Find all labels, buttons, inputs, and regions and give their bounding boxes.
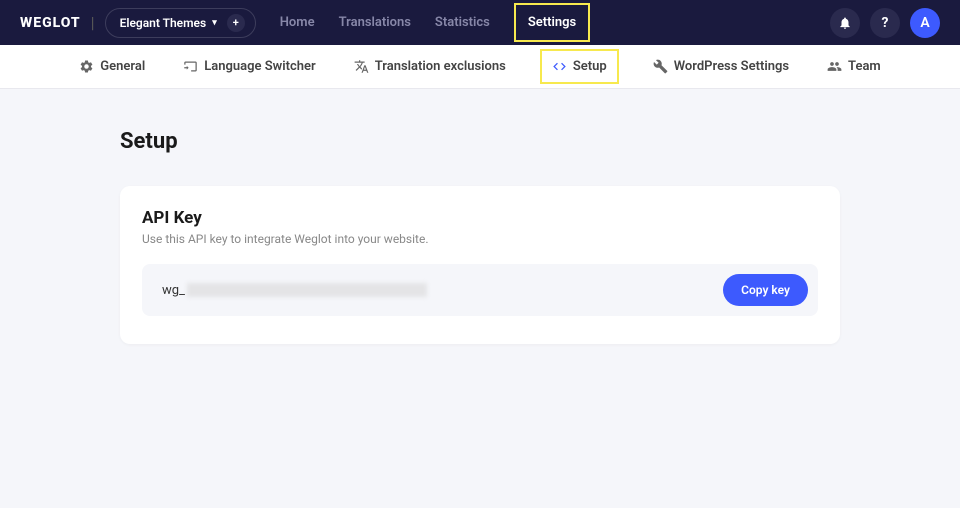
tab-translation-exclusions[interactable]: Translation exclusions: [350, 49, 510, 84]
code-icon: [552, 59, 567, 74]
tab-setup[interactable]: Setup: [540, 49, 619, 84]
content-area: Setup API Key Use this API key to integr…: [0, 89, 960, 384]
topbar: WEGLOT | Elegant Themes ▾ + Home Transla…: [0, 0, 960, 45]
notifications-button[interactable]: [830, 8, 860, 38]
nav-translations[interactable]: Translations: [339, 3, 411, 42]
api-key-row: wg_ Copy key: [142, 264, 818, 316]
copy-key-button[interactable]: Copy key: [723, 274, 808, 306]
tab-language-switcher[interactable]: Language Switcher: [179, 49, 320, 84]
tab-label: Translation exclusions: [375, 59, 506, 74]
help-icon: ?: [882, 15, 889, 31]
help-button[interactable]: ?: [870, 8, 900, 38]
project-selector[interactable]: Elegant Themes ▾ +: [105, 8, 256, 38]
tab-label: Setup: [573, 59, 607, 74]
bell-icon: [838, 16, 852, 30]
tab-label: WordPress Settings: [674, 59, 789, 74]
nav-home[interactable]: Home: [280, 3, 315, 42]
tab-wordpress-settings[interactable]: WordPress Settings: [649, 49, 793, 84]
card-title: API Key: [142, 208, 818, 228]
api-key-blurred: [187, 283, 427, 297]
tab-label: General: [100, 59, 145, 74]
nav-statistics[interactable]: Statistics: [435, 3, 490, 42]
switcher-icon: [183, 59, 198, 74]
divider: |: [91, 13, 95, 32]
chevron-down-icon: ▾: [212, 18, 217, 28]
translate-icon: [354, 59, 369, 74]
project-label: Elegant Themes: [120, 16, 207, 30]
tab-general[interactable]: General: [75, 49, 149, 84]
tab-label: Team: [848, 59, 881, 74]
nav-settings[interactable]: Settings: [514, 3, 590, 42]
avatar[interactable]: A: [910, 8, 940, 38]
logo: WEGLOT: [20, 15, 81, 31]
api-key-value[interactable]: wg_: [162, 283, 427, 298]
api-key-prefix: wg_: [162, 283, 185, 298]
top-navigation: Home Translations Statistics Settings: [280, 3, 591, 42]
page-title: Setup: [120, 129, 840, 154]
card-subtitle: Use this API key to integrate Weglot int…: [142, 232, 818, 246]
tab-team[interactable]: Team: [823, 49, 885, 84]
tab-label: Language Switcher: [204, 59, 316, 74]
avatar-initial: A: [920, 15, 929, 31]
sub-navigation: General Language Switcher Translation ex…: [0, 45, 960, 89]
gear-icon: [79, 59, 94, 74]
add-project-button[interactable]: +: [227, 14, 245, 32]
api-key-card: API Key Use this API key to integrate We…: [120, 186, 840, 344]
team-icon: [827, 59, 842, 74]
wrench-icon: [653, 59, 668, 74]
topbar-right: ? A: [830, 8, 940, 38]
